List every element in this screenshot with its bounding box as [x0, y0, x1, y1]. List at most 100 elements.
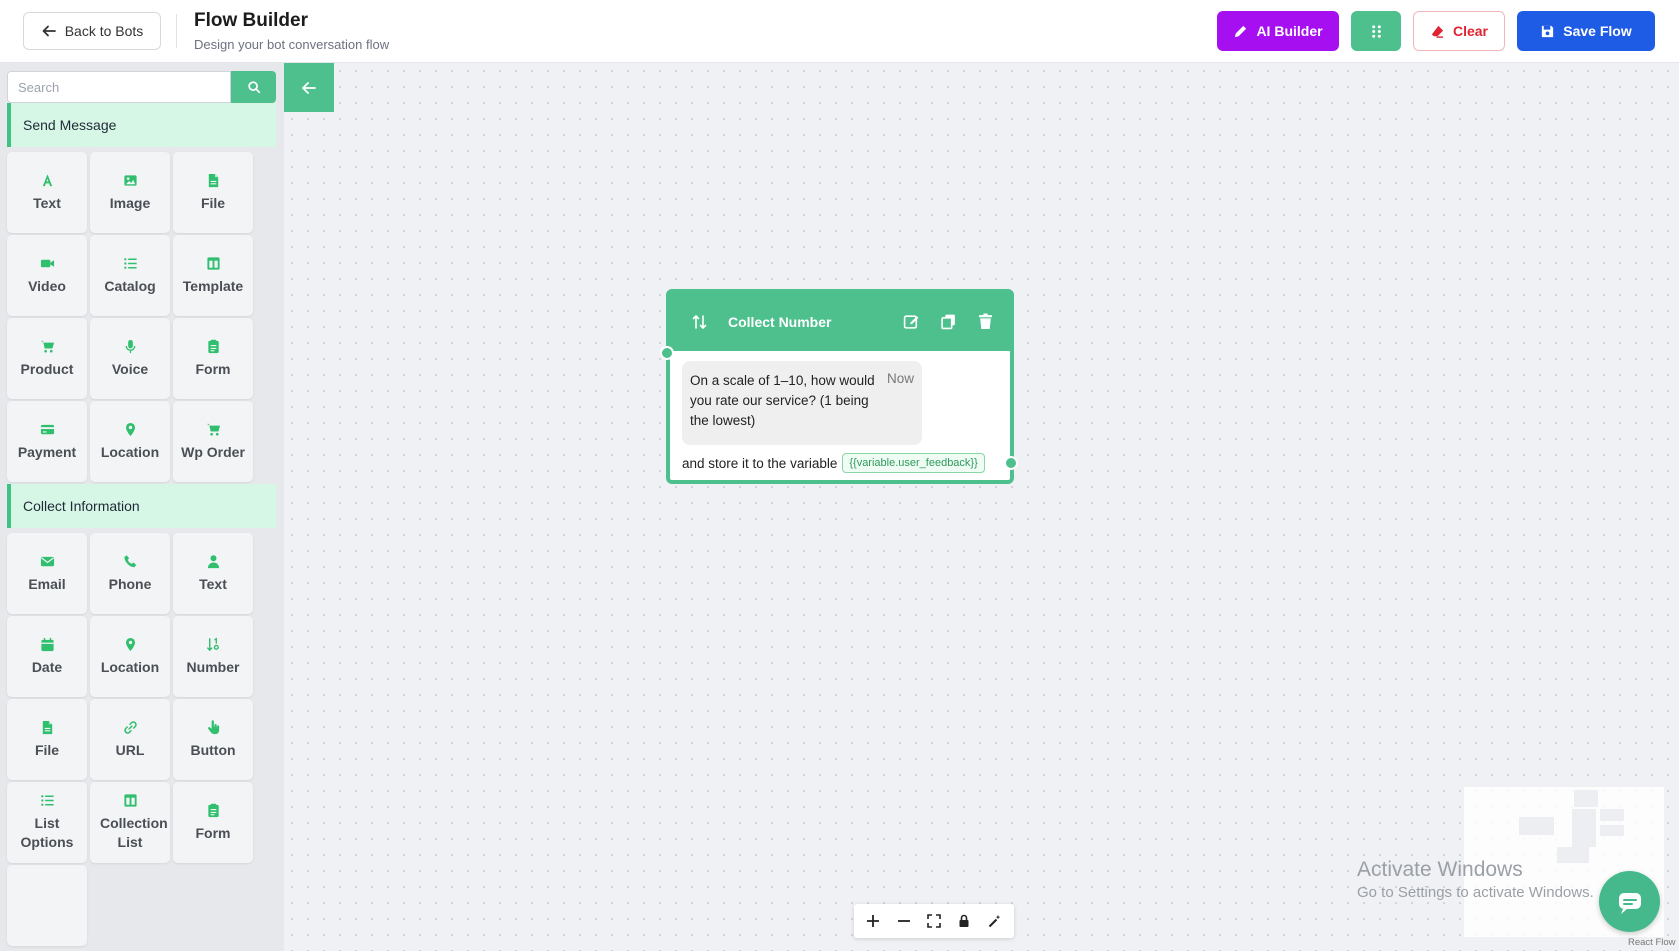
node-actions	[903, 313, 994, 330]
collect-number-node[interactable]: Collect Number On a scale of 1–10, how w…	[666, 289, 1014, 484]
palette-item-label: Text	[199, 575, 227, 592]
palette-item-label: Template	[182, 277, 244, 294]
palette-item-label: Video	[28, 277, 66, 294]
palette-item-video[interactable]: Video	[7, 235, 87, 316]
user-icon	[207, 554, 219, 568]
video-icon	[40, 259, 54, 267]
palette-item-product[interactable]: Product	[7, 318, 87, 399]
palette-item-partial[interactable]	[7, 865, 87, 946]
react-flow-attribution[interactable]: React Flow	[1628, 937, 1676, 948]
minimap-node	[1557, 847, 1589, 863]
palette-item-label: Image	[109, 194, 151, 211]
palette-item-location[interactable]: Location	[90, 401, 170, 482]
palette-item-label: Date	[31, 658, 63, 675]
form-icon	[207, 803, 219, 817]
copy-icon	[941, 314, 955, 330]
pointer-hand-icon	[207, 719, 219, 734]
palette-item-collection-list[interactable]: Collection List	[90, 782, 170, 863]
message-time: Now	[886, 371, 914, 386]
phone-icon	[123, 554, 136, 567]
search-icon	[247, 81, 260, 94]
template-icon	[206, 256, 220, 270]
clear-button[interactable]: Clear	[1413, 11, 1505, 51]
ai-builder-label: AI Builder	[1256, 23, 1323, 39]
save-flow-button[interactable]: Save Flow	[1517, 11, 1655, 51]
grid-menu-button[interactable]	[1351, 11, 1401, 51]
eraser-icon	[1431, 25, 1444, 38]
save-flow-label: Save Flow	[1563, 23, 1632, 39]
palette-item-email[interactable]: Email	[7, 533, 87, 614]
message-text: On a scale of 1–10, how would you rate o…	[690, 373, 875, 428]
chat-widget-button[interactable]	[1599, 871, 1660, 932]
minimap-node	[1600, 809, 1624, 821]
palette-item-catalog[interactable]: Catalog	[90, 235, 170, 316]
palette-item-label: File	[34, 741, 60, 758]
section-header: Send Message	[7, 103, 276, 147]
arrow-left-icon	[42, 25, 56, 37]
node-title: Collect Number	[728, 314, 832, 330]
palette-item-payment[interactable]: Payment	[7, 401, 87, 482]
palette-item-location[interactable]: Location	[90, 616, 170, 697]
store-label: and store it to the variable	[682, 455, 838, 471]
cart-icon	[40, 340, 54, 353]
palette-item-form[interactable]: Form	[173, 318, 253, 399]
palette-item-url[interactable]: URL	[90, 699, 170, 780]
list-icon	[123, 257, 137, 269]
palette-item-text[interactable]: Text	[173, 533, 253, 614]
node-output-handle[interactable]	[1004, 456, 1018, 470]
clear-label: Clear	[1452, 23, 1489, 39]
floppy-disk-icon	[1542, 25, 1554, 37]
palette-item-voice[interactable]: Voice	[90, 318, 170, 399]
back-to-bots-label: Back to Bots	[64, 23, 144, 39]
font-icon	[42, 173, 52, 186]
palette-item-label: Collection List	[100, 815, 168, 850]
search-button[interactable]	[231, 71, 276, 103]
palette-item-phone[interactable]: Phone	[90, 533, 170, 614]
chat-icon	[1618, 892, 1641, 914]
zoom-in-button[interactable]	[862, 910, 884, 932]
palette-item-date[interactable]: Date	[7, 616, 87, 697]
sort-numeric-icon	[692, 314, 707, 330]
palette-item-label: Payment	[17, 443, 77, 460]
palette-item-image[interactable]: Image	[90, 152, 170, 233]
palette-item-label: Voice	[111, 360, 149, 377]
search-bar	[7, 71, 276, 103]
palette-item-template[interactable]: Template	[173, 235, 253, 316]
back-to-bots-button[interactable]: Back to Bots	[23, 12, 161, 50]
auto-layout-button[interactable]	[984, 910, 1006, 932]
windows-activation-title: Activate Windows	[1357, 858, 1523, 881]
arrow-left-icon	[302, 81, 316, 94]
minus-icon	[897, 920, 910, 922]
page-title: Flow Builder	[194, 10, 308, 31]
lock-icon	[959, 914, 969, 927]
page-subtitle: Design your bot conversation flow	[194, 37, 390, 52]
edit-node-button[interactable]	[903, 313, 920, 330]
collapse-sidebar-button[interactable]	[284, 63, 334, 112]
palette-item-label: Wp Order	[181, 443, 245, 460]
location-pin-icon	[125, 422, 135, 436]
search-input[interactable]	[7, 71, 231, 103]
node-input-handle[interactable]	[660, 346, 674, 360]
delete-node-button[interactable]	[977, 313, 994, 330]
fit-view-button[interactable]	[923, 910, 945, 932]
palette-item-form[interactable]: Form	[173, 782, 253, 863]
windows-activation-subtitle: Go to Settings to activate Windows.	[1357, 884, 1594, 901]
palette-item-number[interactable]: Number	[173, 616, 253, 697]
template-icon	[123, 794, 137, 807]
duplicate-node-button[interactable]	[940, 313, 957, 330]
palette-item-label: List Options	[20, 815, 74, 850]
zoom-out-button[interactable]	[893, 910, 915, 932]
list-icon	[40, 795, 54, 806]
palette-item-label: Email	[28, 575, 66, 592]
palette-item-button[interactable]: Button	[173, 699, 253, 780]
palette-item-wp-order[interactable]: Wp Order	[173, 401, 253, 482]
lock-button[interactable]	[953, 910, 975, 932]
palette-item-list-options[interactable]: List Options	[7, 782, 87, 863]
file-icon	[208, 173, 218, 187]
palette-item-text[interactable]: Text	[7, 152, 87, 233]
palette-item-file[interactable]: File	[7, 699, 87, 780]
palette-item-label: Form	[195, 360, 231, 377]
palette-item-file[interactable]: File	[173, 152, 253, 233]
calendar-icon	[40, 637, 54, 651]
ai-builder-button[interactable]: AI Builder	[1217, 11, 1339, 51]
